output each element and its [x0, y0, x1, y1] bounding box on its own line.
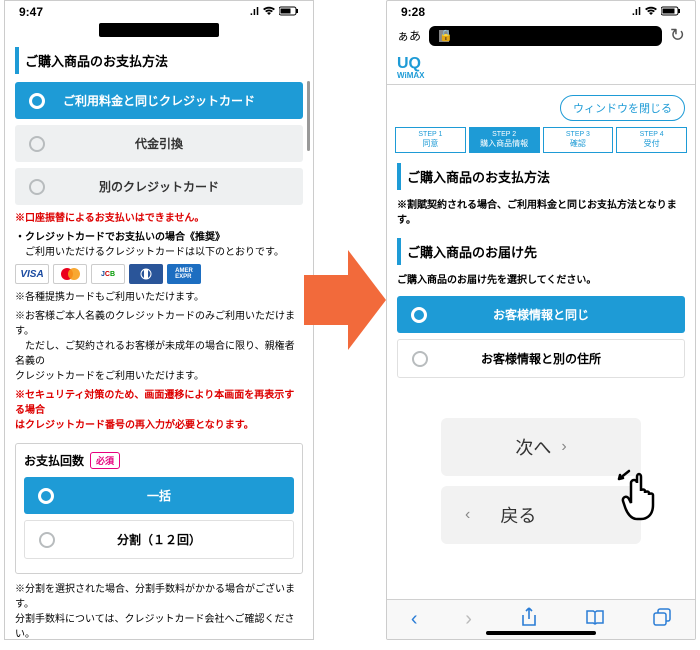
tabs-button[interactable]: [653, 608, 671, 632]
nav-forward-button[interactable]: ›: [465, 608, 472, 631]
home-indicator[interactable]: [486, 631, 596, 635]
radio-install[interactable]: 分割（１２回）: [24, 520, 294, 559]
payment-count-box: お支払回数必須 一括 分割（１２回）: [15, 443, 303, 574]
card-logos: VISA JCB AMEREXPR: [15, 264, 303, 284]
step-2: STEP 2購入商品情報: [469, 127, 540, 153]
step-1: STEP 1同意: [395, 127, 466, 153]
radio-same-address[interactable]: お客様情報と同じ: [397, 296, 685, 333]
reload-button[interactable]: ↻: [670, 25, 685, 46]
clock: 9:28: [401, 5, 425, 19]
nav-back-button[interactable]: ‹: [411, 608, 418, 631]
share-button[interactable]: [520, 607, 538, 633]
own-card-note: ※お客様ご本人名義のクレジットカードのみご利用いただけます。 ただし、ご契約され…: [15, 309, 303, 384]
step-4: STEP 4受付: [616, 127, 687, 153]
uq-logo: UQWiMAX: [387, 52, 695, 80]
mastercard-logo: [53, 264, 87, 284]
text-size-button[interactable]: ぁあ: [397, 27, 421, 44]
radio-same-card[interactable]: ご利用料金と同じクレジットカード: [15, 82, 303, 119]
paycount-label: お支払回数: [24, 452, 84, 469]
back-button[interactable]: ‹戻る: [441, 486, 641, 544]
visa-logo: VISA: [15, 264, 49, 284]
wifi-icon: [262, 6, 276, 19]
left-phone-screenshot: 9:47 .ıl ご購入商品のお支払方法 ご利用料金と同じクレジットカード 代金…: [4, 0, 314, 640]
next-button[interactable]: 次へ›: [441, 418, 641, 476]
wifi-icon: [644, 6, 658, 19]
section-payment-method: ご購入商品のお支払方法: [15, 47, 303, 74]
cc-note: ・クレジットカードでお支払いの場合《推奨》 ご利用いただけるクレジットカードは以…: [15, 230, 303, 260]
arrow-icon: [304, 250, 384, 350]
section-payment-method: ご購入商品のお支払方法: [397, 163, 685, 190]
install-notes: ※分割を選択された場合、分割手数料がかかる場合がございます。分割手数料については…: [15, 582, 303, 640]
radio-other-card[interactable]: 別のクレジットカード: [15, 168, 303, 205]
amex-logo: AMEREXPR: [167, 264, 201, 284]
pointer-hand-icon: [617, 469, 677, 524]
warn-no-bank: ※口座振替によるお支払いはできません。: [15, 211, 303, 226]
clock: 9:47: [19, 5, 43, 19]
radio-lump[interactable]: 一括: [24, 477, 294, 514]
url-field[interactable]: 🔒: [429, 26, 662, 46]
step-3: STEP 3確認: [543, 127, 614, 153]
jcb-logo: JCB: [91, 264, 125, 284]
installment-note: ※割賦契約される場合、ご利用料金と同じお支払方法となります。: [397, 198, 685, 228]
radio-other-address[interactable]: お客様情報と別の住所: [397, 339, 685, 378]
section-delivery: ご購入商品のお届け先: [397, 238, 685, 265]
diners-logo: [129, 264, 163, 284]
right-phone-screenshot: 9:28 .ıl ぁあ 🔒 ↻ UQWiMAX ウィンドウを閉じる STEP 1…: [386, 0, 696, 640]
signal-icon: .ıl: [250, 6, 259, 18]
radio-cod[interactable]: 代金引換: [15, 125, 303, 162]
redacted-url: [99, 23, 219, 37]
bookmarks-button[interactable]: [585, 608, 605, 631]
url-bar: ぁあ 🔒 ↻: [387, 21, 695, 52]
lock-icon: 🔒: [439, 29, 453, 42]
close-window-button[interactable]: ウィンドウを閉じる: [560, 95, 685, 121]
step-indicator: STEP 1同意 STEP 2購入商品情報 STEP 3確認 STEP 4受付: [387, 127, 695, 153]
chevron-left-icon: ‹: [465, 506, 470, 524]
battery-icon: [279, 6, 299, 19]
status-bar: 9:28 .ıl: [387, 1, 695, 21]
required-badge: 必須: [90, 452, 120, 469]
signal-icon: .ıl: [632, 6, 641, 18]
battery-icon: [661, 6, 681, 19]
partner-cards-note: ※各種提携カードもご利用いただけます。: [15, 290, 303, 305]
delivery-prompt: ご購入商品のお届け先を選択してください。: [397, 273, 685, 288]
security-warn: ※セキュリティ対策のため、画面遷移により本画面を再表示する場合はクレジットカード…: [15, 388, 303, 433]
status-bar: 9:47 .ıl: [5, 1, 313, 21]
chevron-right-icon: ›: [561, 438, 566, 456]
scrollbar[interactable]: [307, 81, 310, 151]
